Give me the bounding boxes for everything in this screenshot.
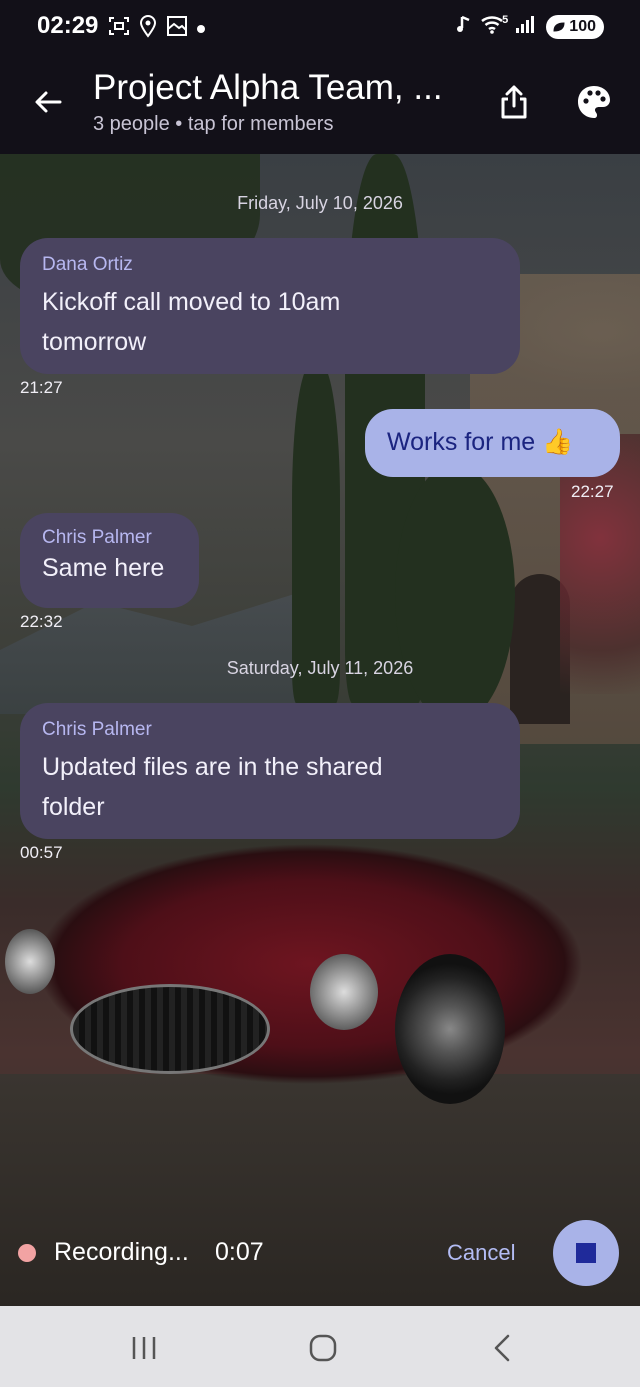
message-bubble-incoming[interactable]: Dana Ortiz Kickoff call moved to 10am to…	[20, 238, 520, 374]
gallery-icon	[166, 15, 188, 43]
message-text-line: Updated files are in the shared	[42, 753, 383, 781]
battery-indicator: 100	[546, 15, 604, 39]
wifi-badge: 5	[502, 14, 509, 26]
wallpaper-car-wheel	[395, 954, 505, 1104]
signal-icon	[514, 14, 538, 40]
sender-name: Dana Ortiz	[42, 254, 133, 275]
app-bar: Project Alpha Team, ... 3 people • tap f…	[0, 52, 640, 154]
home-icon	[309, 1334, 337, 1362]
recents-button[interactable]	[119, 1326, 169, 1370]
location-icon	[138, 14, 158, 44]
message-bubble-incoming[interactable]: Chris Palmer Same here	[20, 513, 199, 608]
wallpaper-car-grille	[70, 984, 270, 1074]
wallpaper-car-headlight	[310, 954, 378, 1030]
message-time: 00:57	[20, 843, 63, 862]
message-text: Kickoff call moved to 10am tomorrow	[42, 282, 498, 362]
cancel-recording-button[interactable]: Cancel	[447, 1240, 515, 1266]
back-button[interactable]	[28, 82, 68, 122]
wallpaper-car	[0, 794, 640, 1114]
battery-leaf-icon	[553, 22, 565, 32]
wallpaper-tree	[292, 364, 340, 704]
message-text-line: Kickoff call moved to 10am	[42, 288, 341, 316]
arrow-left-icon	[35, 91, 62, 113]
date-separator: Saturday, July 11, 2026	[226, 658, 414, 678]
back-icon	[494, 1334, 510, 1362]
chat-title[interactable]: Project Alpha Team, ...	[93, 68, 443, 108]
palette-button[interactable]	[572, 80, 616, 124]
music-icon	[456, 14, 472, 40]
screenshot-icon	[108, 15, 130, 43]
dot-icon	[196, 18, 206, 40]
message-time: 21:27	[20, 378, 63, 397]
sender-name: Chris Palmer	[42, 719, 152, 740]
message-text-line: tomorrow	[42, 328, 147, 356]
status-right-icons: 5 100	[456, 13, 604, 41]
date-separator: Friday, July 10, 2026	[237, 193, 403, 213]
sender-name: Chris Palmer	[42, 527, 152, 548]
message-time: 22:32	[20, 612, 63, 631]
recording-dot-icon	[18, 1244, 36, 1262]
message-text: Works for me 👍	[387, 428, 574, 456]
message-text: Updated files are in the shared folder	[42, 747, 498, 827]
home-button[interactable]	[298, 1326, 348, 1370]
wallpaper-tree	[395, 464, 515, 724]
wifi-icon: 5	[480, 13, 508, 41]
stop-recording-button[interactable]	[553, 1220, 619, 1286]
status-left-icons	[108, 14, 206, 44]
message-text-line: folder	[42, 793, 105, 821]
status-bar: 02:29 5 100	[0, 0, 640, 52]
system-nav-bar	[0, 1306, 640, 1387]
wallpaper-car-headlight	[5, 929, 55, 994]
share-icon	[501, 85, 527, 119]
message-time: 22:27	[571, 482, 614, 501]
palette-icon	[578, 86, 610, 118]
chat-subtitle[interactable]: 3 people • tap for members	[93, 113, 333, 136]
status-time: 02:29	[37, 12, 99, 39]
message-bubble-outgoing[interactable]: Works for me 👍	[365, 409, 620, 477]
message-text: Same here	[42, 554, 165, 582]
message-bubble-incoming[interactable]: Chris Palmer Updated files are in the sh…	[20, 703, 520, 839]
stop-icon	[576, 1243, 596, 1263]
share-button[interactable]	[492, 80, 536, 124]
recording-label: Recording...	[54, 1238, 189, 1266]
recording-timer: 0:07	[215, 1238, 264, 1266]
battery-level: 100	[569, 18, 596, 35]
nav-back-button[interactable]	[478, 1326, 528, 1370]
recents-icon	[132, 1337, 156, 1359]
